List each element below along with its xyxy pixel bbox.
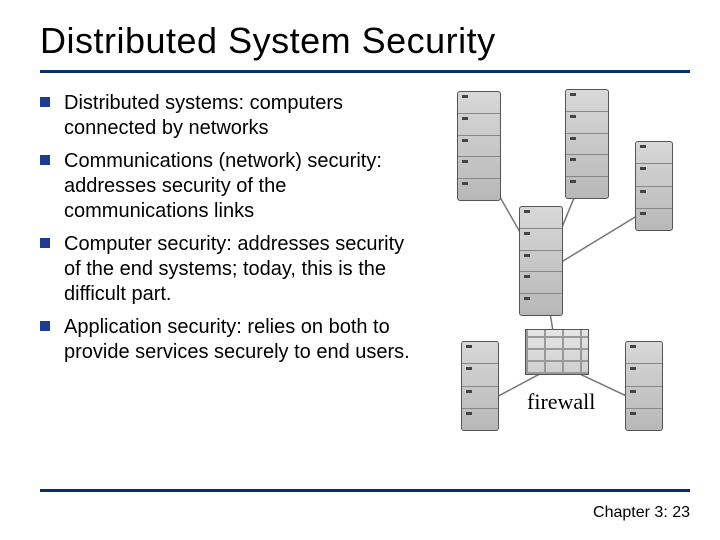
list-item: Computer security: addresses security of…: [40, 232, 417, 307]
server-icon: [625, 341, 663, 431]
server-icon: [461, 341, 499, 431]
server-icon: [635, 141, 673, 231]
bullet-list: Distributed systems: computers connected…: [40, 91, 417, 431]
list-item: Application security: relies on both to …: [40, 315, 417, 365]
server-icon: [519, 206, 563, 316]
bullet-square-icon: [40, 321, 50, 331]
footer-text: Chapter 3: 23: [593, 504, 690, 522]
firewall-label: firewall: [527, 389, 595, 415]
firewall-icon: [525, 329, 589, 375]
bullet-square-icon: [40, 97, 50, 107]
divider-top: [40, 70, 690, 73]
bullet-text: Distributed systems: computers connected…: [64, 91, 417, 141]
divider-bottom: [40, 489, 690, 492]
slide: Distributed System Security Distributed …: [0, 0, 720, 540]
bullet-text: Communications (network) security: addre…: [64, 149, 417, 224]
bullet-text: Computer security: addresses security of…: [64, 232, 417, 307]
list-item: Communications (network) security: addre…: [40, 149, 417, 224]
bullet-text: Application security: relies on both to …: [64, 315, 417, 365]
page-title: Distributed System Security: [40, 20, 690, 62]
network-diagram: firewall: [427, 91, 690, 431]
bullet-square-icon: [40, 238, 50, 248]
body-row: Distributed systems: computers connected…: [40, 91, 690, 431]
server-icon: [565, 89, 609, 199]
bullet-square-icon: [40, 155, 50, 165]
server-icon: [457, 91, 501, 201]
list-item: Distributed systems: computers connected…: [40, 91, 417, 141]
